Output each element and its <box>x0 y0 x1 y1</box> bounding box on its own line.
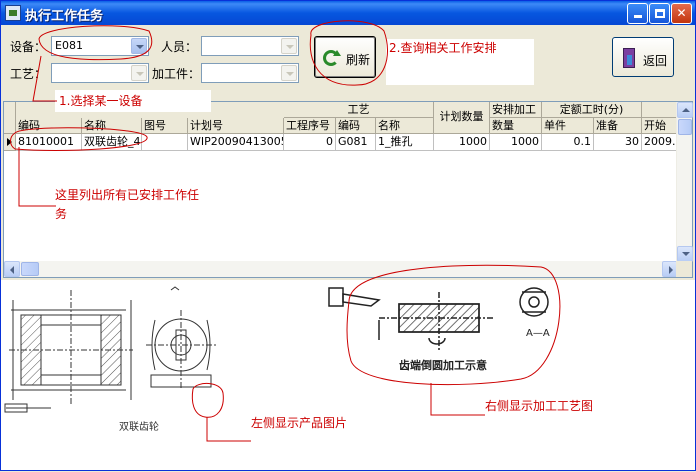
minimize-button[interactable] <box>627 3 648 24</box>
product-caption: 双联齿轮 <box>119 422 159 433</box>
refresh-icon <box>323 50 341 66</box>
device-select[interactable]: E081 <box>51 36 149 56</box>
main-window: 执行工作任务 ✕ 设备： E081 人员： 工艺： 加工件： 刷新 返回 编码 <box>0 0 696 471</box>
vertical-scrollbar[interactable] <box>676 102 693 262</box>
process-label: 工艺： <box>10 67 47 81</box>
minimize-icon <box>633 15 642 18</box>
device-label: 设备： <box>10 40 47 54</box>
header-process-name[interactable]: 名称 <box>376 118 434 134</box>
vertical-scroll-thumb[interactable] <box>678 119 692 135</box>
app-icon <box>5 5 21 21</box>
close-icon: ✕ <box>676 6 687 20</box>
header-unit-time[interactable]: 单件 <box>542 118 594 134</box>
device-select-value: E081 <box>55 39 83 52</box>
annotation-process-drawing: 右侧显示加工工艺图 <box>485 397 594 414</box>
exit-door-icon <box>623 48 635 68</box>
header-prep-time[interactable]: 准备 <box>594 118 642 134</box>
horizontal-scrollbar[interactable] <box>4 261 678 277</box>
header-arranged-qty-top: 安排加工 <box>490 102 542 118</box>
annotation-product-image: 左侧显示产品图片 <box>251 414 348 431</box>
section-label: A—A <box>526 328 550 339</box>
cell-plan-qty[interactable]: 1000 <box>434 134 490 151</box>
scrollbar-corner <box>676 261 692 277</box>
header-start[interactable]: 开始 <box>642 118 678 134</box>
header-group-process: 工艺 <box>284 102 434 118</box>
annotation-task-list-line1: 这里列出所有已安排工作任 <box>55 188 200 202</box>
cell-prep-time[interactable]: 30 <box>594 134 642 151</box>
cell-process-seq[interactable]: 0 <box>284 134 336 151</box>
cell-name[interactable]: 双联齿轮_4 <box>82 134 142 151</box>
horizontal-scroll-thumb[interactable] <box>21 262 39 276</box>
person-label: 人员： <box>161 40 198 54</box>
annotation-select-device: 1.选择某一设备 <box>55 90 211 112</box>
header-plan-qty[interactable]: 计划数量 <box>434 102 490 134</box>
header-group-quota-time: 定额工时(分) <box>542 102 642 118</box>
cell-process-name[interactable]: 1_推孔 <box>376 134 434 151</box>
annotation-query-tasks: 2.查询相关工作安排 <box>386 39 534 85</box>
header-drawing-no[interactable]: 图号 <box>142 118 188 134</box>
chevron-down-icon[interactable] <box>131 38 147 54</box>
window-title: 执行工作任务 <box>25 9 104 24</box>
title-bar[interactable]: 执行工作任务 ✕ <box>1 1 695 25</box>
annotation-task-list-box: 这里列出所有已安排工作任 务 <box>53 184 225 230</box>
refresh-button[interactable]: 刷新 <box>314 36 376 78</box>
return-button[interactable]: 返回 <box>612 37 674 77</box>
chevron-down-icon[interactable] <box>131 65 147 81</box>
cell-process-code[interactable]: G081 <box>336 134 376 151</box>
row-selector-header <box>4 102 16 134</box>
scroll-down-icon[interactable] <box>677 246 693 262</box>
product-drawing <box>4 286 216 413</box>
cell-plan-no[interactable]: WIP20090413005 <box>188 134 284 151</box>
chevron-down-icon[interactable] <box>281 65 297 81</box>
return-button-label: 返回 <box>643 54 668 68</box>
maximize-icon <box>654 9 665 18</box>
cell-start[interactable]: 2009.0 <box>642 134 678 151</box>
header-name[interactable]: 名称 <box>82 118 142 134</box>
refresh-button-label: 刷新 <box>346 53 371 67</box>
process-select[interactable] <box>51 63 149 83</box>
part-label: 加工件： <box>152 67 201 81</box>
cell-arranged-qty[interactable]: 1000 <box>490 134 542 151</box>
close-button[interactable]: ✕ <box>671 3 692 24</box>
header-arranged-qty-bottom[interactable]: 数量 <box>490 118 542 134</box>
header-spacer <box>642 102 678 118</box>
person-select[interactable] <box>201 36 299 56</box>
header-process-seq[interactable]: 工程序号 <box>284 118 336 134</box>
cell-unit-time[interactable]: 0.1 <box>542 134 594 151</box>
annotation-task-list-line2: 务 <box>55 207 68 221</box>
part-select[interactable] <box>201 63 299 83</box>
drawing-area: 双联齿轮 A—A 齿端倒圆加工示意 <box>1 280 695 470</box>
scroll-up-icon[interactable] <box>677 102 693 118</box>
maximize-button[interactable] <box>649 3 670 24</box>
process-caption: 齿端倒圆加工示意 <box>399 359 487 372</box>
cell-drawing-no[interactable] <box>142 134 188 151</box>
chevron-down-icon[interactable] <box>281 38 297 54</box>
header-plan-no[interactable]: 计划号 <box>188 118 284 134</box>
header-process-code[interactable]: 编码 <box>336 118 376 134</box>
scroll-left-icon[interactable] <box>4 261 20 277</box>
header-code[interactable]: 编码 <box>16 118 82 134</box>
cell-code[interactable]: 81010001 <box>16 134 82 151</box>
row-selector[interactable] <box>4 134 16 151</box>
